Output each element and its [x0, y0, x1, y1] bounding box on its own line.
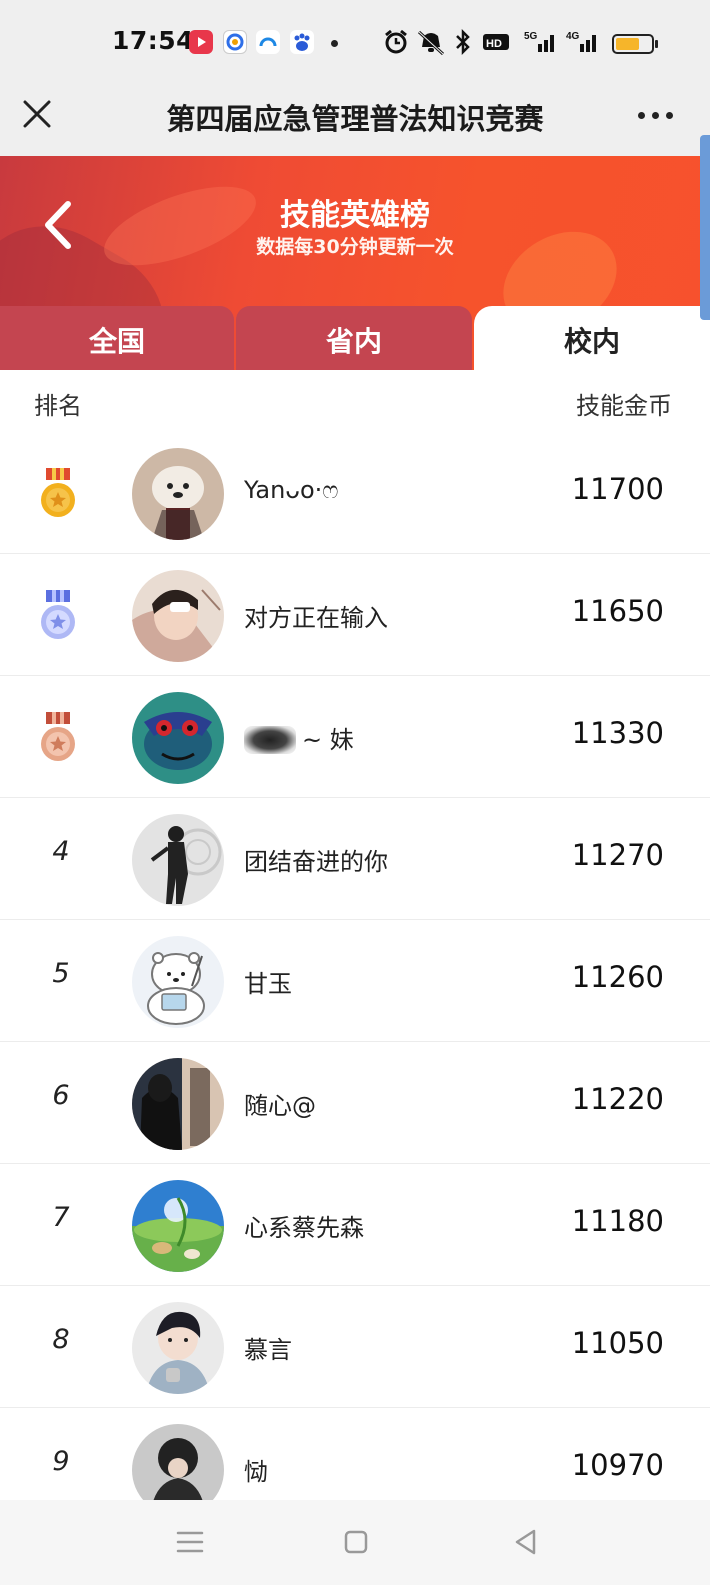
avatar[interactable] — [132, 936, 224, 1028]
tab-school[interactable]: 校内 — [474, 306, 710, 370]
user-nickname: 团结奋进的你 — [244, 848, 388, 876]
rank-number: 7 — [52, 1202, 70, 1233]
more-options-icon[interactable] — [634, 100, 678, 130]
rank-number: 4 — [52, 836, 70, 867]
avatar[interactable] — [132, 692, 224, 784]
coins-column-header: 技能金币 — [576, 392, 672, 420]
alarm-icon — [385, 29, 407, 54]
menu-icon[interactable] — [170, 1522, 210, 1562]
svg-text:5G: 5G — [524, 31, 538, 42]
user-nickname-text: ~ 妹 — [302, 726, 354, 754]
user-nickname: 对方正在输入 — [244, 604, 388, 632]
skill-coins: 11270 — [571, 838, 664, 872]
user-nickname: ~ 妹 — [244, 720, 354, 755]
avatar[interactable] — [132, 1302, 224, 1394]
user-nickname: Yanᴗo·ෆ — [244, 476, 339, 504]
baidu-app-icon — [290, 30, 314, 54]
update-frequency-note: 数据每30分钟更新一次 — [256, 236, 454, 258]
skill-coins: 11180 — [571, 1204, 664, 1238]
skill-coins: 11650 — [571, 594, 664, 628]
table-row[interactable]: 9 恸 10970 — [0, 1408, 710, 1500]
bluetooth-icon — [456, 28, 470, 56]
rank-number: 5 — [52, 958, 70, 989]
skill-coins: 10970 — [571, 1448, 664, 1482]
battery-tip — [655, 40, 658, 48]
blurred-name-redaction — [244, 726, 296, 754]
ranking-rows: Yanᴗo·ෆ 11700 对方正在输入 11650 ~ 妹 11330 4 团… — [0, 432, 710, 1500]
status-time: 17:54 — [112, 26, 195, 55]
video-app-icon — [189, 30, 213, 54]
skill-coins: 11050 — [571, 1326, 664, 1360]
status-bar: 17:54 HD 5G 4G — [0, 0, 710, 88]
table-row[interactable]: Yanᴗo·ෆ 11700 — [0, 432, 710, 554]
leaderboard-hero: 技能英雄榜 数据每30分钟更新一次 全国 省内 校内 — [0, 156, 710, 370]
table-row[interactable]: 8 慕言 11050 — [0, 1286, 710, 1408]
skill-coins: 11330 — [571, 716, 664, 750]
mute-icon — [417, 30, 445, 56]
page-title: 第四届应急管理普法知识竞赛 — [166, 102, 544, 136]
user-nickname: 慕言 — [244, 1336, 292, 1364]
signal-5g-icon: 5G — [524, 31, 554, 52]
user-nickname: 随心@ — [244, 1092, 316, 1120]
user-nickname: 甘玉 — [244, 970, 292, 998]
table-row[interactable]: ~ 妹 11330 — [0, 676, 710, 798]
table-row[interactable]: 7 心系蔡先森 11180 — [0, 1164, 710, 1286]
table-row[interactable]: 5 甘玉 11260 — [0, 920, 710, 1042]
avatar[interactable] — [132, 814, 224, 906]
bronze-medal-icon — [41, 712, 75, 761]
tab-province[interactable]: 省内 — [236, 306, 472, 370]
skill-coins: 11220 — [571, 1082, 664, 1116]
signal-4g-icon: 4G — [566, 31, 596, 52]
home-square-icon[interactable] — [336, 1522, 376, 1562]
skill-coins: 11260 — [571, 960, 664, 994]
table-row[interactable]: 4 团结奋进的你 11270 — [0, 798, 710, 920]
back-triangle-icon[interactable] — [506, 1522, 546, 1562]
ranking-list: 排名 技能金币 Yanᴗo·ෆ 11700 对方正在输入 11650 ~ 妹 1… — [0, 370, 710, 1500]
user-nickname: 恸 — [244, 1458, 268, 1486]
hd-icon: HD — [483, 34, 509, 50]
tab-national[interactable]: 全国 — [0, 306, 234, 370]
notification-dot — [331, 40, 338, 47]
title-bar: 第四届应急管理普法知识竞赛 — [0, 88, 710, 156]
avatar[interactable] — [132, 570, 224, 662]
battery-fill — [616, 38, 639, 50]
leaderboard-title: 技能英雄榜 — [280, 198, 430, 233]
rank-column-header: 排名 — [34, 392, 82, 420]
battery-icon — [612, 34, 654, 54]
system-nav-bar — [0, 1500, 710, 1585]
table-row[interactable]: 6 随心@ 11220 — [0, 1042, 710, 1164]
rank-number: 8 — [52, 1324, 70, 1355]
rank-number: 6 — [52, 1080, 70, 1111]
silver-medal-icon — [41, 590, 75, 639]
avatar[interactable] — [132, 1424, 224, 1500]
gold-medal-icon — [41, 468, 75, 517]
list-header: 排名 技能金币 — [0, 370, 710, 436]
svg-text:HD: HD — [486, 38, 502, 50]
avatar[interactable] — [132, 1180, 224, 1272]
cloud-app-icon — [256, 30, 280, 54]
avatar[interactable] — [132, 1058, 224, 1150]
scroll-handle[interactable] — [700, 135, 710, 320]
svg-text:4G: 4G — [566, 31, 580, 42]
rank-number: 9 — [52, 1446, 70, 1477]
table-row[interactable]: 对方正在输入 11650 — [0, 554, 710, 676]
user-nickname: 心系蔡先森 — [244, 1214, 364, 1242]
skill-coins: 11700 — [571, 472, 664, 506]
avatar[interactable] — [132, 448, 224, 540]
browser-app-icon — [223, 30, 247, 54]
